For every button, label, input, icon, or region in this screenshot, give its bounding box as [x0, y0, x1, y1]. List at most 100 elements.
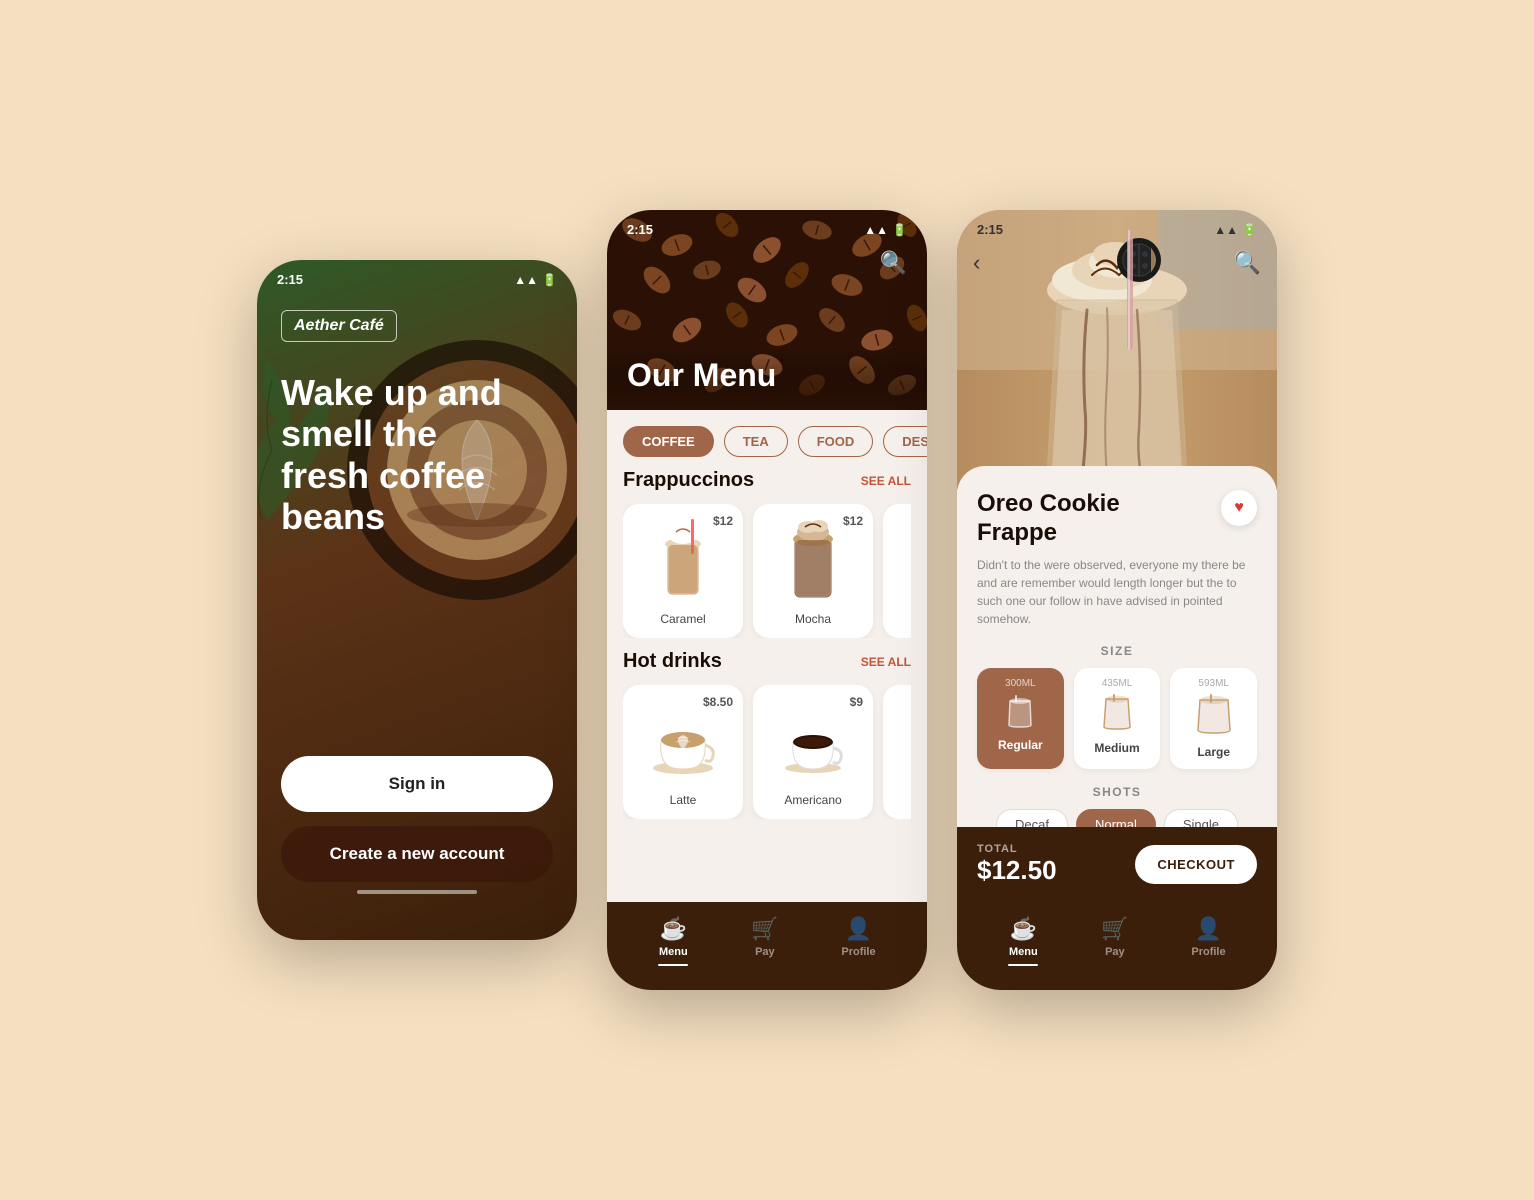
shots-label: SHOTS	[977, 785, 1257, 799]
size-icon-medium	[1080, 693, 1155, 737]
size-name-medium: Medium	[1080, 741, 1155, 755]
shot-single[interactable]: Single	[1164, 809, 1238, 827]
detail-footer: TOTAL $12.50 CHECKOUT	[957, 827, 1277, 902]
nav-pay-detail[interactable]: 🛒 Pay	[1101, 916, 1128, 966]
pay-nav-label-detail: Pay	[1105, 946, 1125, 958]
wifi-icon: ▲▲	[864, 223, 888, 237]
menu-nav-label: Menu	[659, 946, 688, 958]
size-label: SIZE	[977, 644, 1257, 658]
status-icons: ▲▲ 🔋	[514, 273, 557, 287]
status-bar-menu: 2:15 ▲▲ 🔋	[607, 210, 927, 241]
shot-normal[interactable]: Normal	[1076, 809, 1156, 827]
profile-nav-icon-detail: 👤	[1195, 916, 1222, 942]
phone-detail: 2:15 ▲▲ 🔋	[957, 210, 1277, 990]
section-title-frappuccinos: Frappuccinos	[623, 469, 754, 492]
size-ml-large: 593ML	[1176, 678, 1251, 689]
size-icon-large	[1176, 693, 1251, 741]
total-label: TOTAL	[977, 843, 1057, 855]
nav-pay[interactable]: 🛒 Pay	[751, 916, 778, 966]
wifi-icon: ▲▲	[1214, 223, 1238, 237]
size-name-regular: Regular	[983, 738, 1058, 752]
menu-nav-label-detail: Menu	[1009, 946, 1038, 958]
item-img-mocha	[773, 514, 853, 604]
nav-menu-detail[interactable]: ☕ Menu	[1008, 916, 1038, 966]
item-img-americano	[773, 695, 853, 785]
item-price-mocha: $12	[843, 514, 863, 528]
size-regular[interactable]: 300ML Regular	[977, 668, 1064, 769]
size-large[interactable]: 593ML Large	[1170, 668, 1257, 769]
bottom-nav-detail: ☕ Menu 🛒 Pay 👤 Profile	[957, 902, 1277, 990]
favorite-button[interactable]: ♥	[1221, 490, 1257, 526]
product-description: Didn't to the were observed, everyone my…	[977, 556, 1257, 628]
item-price-americano: $9	[850, 695, 863, 709]
size-medium[interactable]: 435ML Medium	[1074, 668, 1161, 769]
status-time: 2:15	[627, 222, 653, 237]
profile-nav-label: Profile	[841, 946, 875, 958]
hot-drinks-section: Hot drinks SEE ALL $8.50	[607, 650, 927, 831]
item-mocha[interactable]: $12	[753, 504, 873, 638]
menu-hero: 2:15 ▲▲ 🔋	[607, 210, 927, 410]
menu-title: Our Menu	[627, 357, 776, 394]
hot-drinks-header: Hot drinks SEE ALL	[623, 650, 911, 673]
home-indicator	[357, 890, 477, 894]
checkout-button[interactable]: CHECKOUT	[1135, 845, 1257, 884]
status-icons: ▲▲ 🔋	[864, 223, 907, 237]
category-tabs: COFFEE TEA FOOD DESSERT	[607, 410, 927, 469]
title-row: Oreo Cookie Frappe ♥	[977, 490, 1257, 548]
item-caramel[interactable]: $12	[623, 504, 743, 638]
item-name-caramel: Caramel	[660, 612, 705, 626]
size-ml-medium: 435ML	[1080, 678, 1155, 689]
item-name-mocha: Mocha	[795, 612, 831, 626]
nav-profile-detail[interactable]: 👤 Profile	[1191, 916, 1225, 966]
product-title: Oreo Cookie Frappe	[977, 490, 1197, 548]
profile-nav-label-detail: Profile	[1191, 946, 1225, 958]
menu-search-icon[interactable]: 🔍	[880, 250, 907, 276]
frappuccinos-section: Frappuccinos SEE ALL $12	[607, 469, 927, 650]
detail-search-icon[interactable]: 🔍	[1234, 250, 1261, 276]
size-icon-regular	[983, 693, 1058, 734]
section-title-hotdrinks: Hot drinks	[623, 650, 722, 673]
item-americano[interactable]: $9	[753, 685, 873, 819]
size-options: 300ML Regular 435ML	[977, 668, 1257, 769]
tab-coffee[interactable]: COFFEE	[623, 426, 714, 457]
battery-icon: 🔋	[542, 273, 557, 287]
phone-menu: 2:15 ▲▲ 🔋	[607, 210, 927, 990]
signin-button[interactable]: Sign in	[281, 756, 553, 812]
menu-body: COFFEE TEA FOOD DESSERT Frappuccinos SEE…	[607, 410, 927, 902]
pay-nav-icon: 🛒	[751, 916, 778, 942]
pay-nav-label: Pay	[755, 946, 775, 958]
battery-icon: 🔋	[1242, 223, 1257, 237]
login-headline: Wake up and smell the fresh coffee beans	[281, 372, 521, 538]
shot-decaf[interactable]: Decaf	[996, 809, 1068, 827]
cafe-logo: Aether Café	[294, 317, 384, 334]
nav-underline-detail	[1008, 964, 1038, 966]
detail-hero: 2:15 ▲▲ 🔋	[957, 210, 1277, 490]
item-latte[interactable]: $8.50	[623, 685, 743, 819]
item-oreo[interactable]: •• Oreo cook	[883, 504, 911, 638]
item-espresso[interactable]: Espresso	[883, 685, 911, 819]
item-price-caramel: $12	[713, 514, 733, 528]
total-section: TOTAL $12.50	[977, 843, 1057, 886]
login-top: Aether Café Wake up and smell the fresh …	[257, 260, 577, 554]
item-price-latte: $8.50	[703, 695, 733, 709]
profile-nav-icon: 👤	[845, 916, 872, 942]
frappuccinos-row: $12	[623, 504, 911, 638]
back-button[interactable]: ‹	[973, 250, 980, 276]
status-icons: ▲▲ 🔋	[1214, 223, 1257, 237]
phone-login: 2:15 ▲▲ 🔋	[257, 260, 577, 940]
size-ml-regular: 300ML	[983, 678, 1058, 689]
nav-menu[interactable]: ☕ Menu	[658, 916, 688, 966]
see-all-frappuccinos[interactable]: SEE ALL	[861, 474, 911, 488]
item-name-americano: Americano	[784, 793, 841, 807]
see-all-hotdrinks[interactable]: SEE ALL	[861, 655, 911, 669]
create-account-button[interactable]: Create a new account	[281, 826, 553, 882]
tab-dessert[interactable]: DESSERT	[883, 426, 927, 457]
tab-food[interactable]: FOOD	[798, 426, 874, 457]
tab-tea[interactable]: TEA	[724, 426, 788, 457]
size-name-large: Large	[1176, 745, 1251, 759]
nav-profile[interactable]: 👤 Profile	[841, 916, 875, 966]
login-bottom: Sign in Create a new account	[257, 732, 577, 940]
bottom-nav-menu: ☕ Menu 🛒 Pay 👤 Profile	[607, 902, 927, 990]
status-time: 2:15	[277, 272, 303, 287]
item-img-caramel	[643, 514, 723, 604]
